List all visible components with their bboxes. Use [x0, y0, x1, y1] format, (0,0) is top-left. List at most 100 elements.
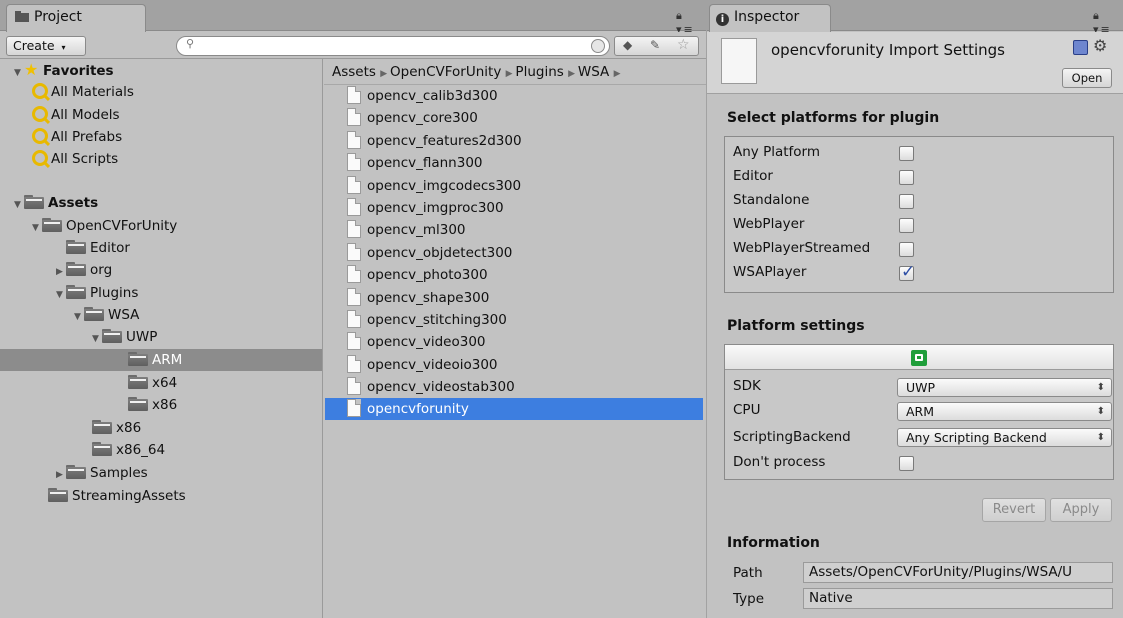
favorite-item[interactable]: All Models [32, 104, 120, 126]
updown-arrow-icon: ⬍ [1096, 432, 1105, 443]
tree-arm[interactable]: ARM [128, 349, 182, 371]
file-item[interactable]: opencv_ml300 [325, 219, 703, 241]
platform-tab-strip [725, 345, 1113, 370]
file-item[interactable]: opencv_calib3d300 [325, 85, 703, 107]
breadcrumb-separator-icon: ▶ [568, 69, 578, 79]
favorites-header[interactable]: ▼ ★ Favorites [14, 59, 114, 81]
platform-checkbox-checked[interactable]: ✓ [899, 262, 915, 282]
file-item[interactable]: opencv_objdetect300 [325, 242, 703, 264]
help-book-icon[interactable] [1073, 40, 1088, 55]
folder-icon [102, 329, 122, 343]
folder-icon [128, 397, 148, 411]
open-button[interactable]: Open [1062, 68, 1112, 88]
file-icon [347, 310, 361, 328]
sdk-dropdown[interactable]: UWP ⬍ [897, 378, 1112, 397]
file-icon [347, 131, 361, 149]
tree-x86[interactable]: x86 [92, 417, 141, 439]
tree-opencvforunity[interactable]: ▼ OpenCVForUnity [32, 215, 177, 237]
platform-checkbox[interactable] [899, 242, 914, 257]
breadcrumb-item[interactable]: WSA [578, 64, 609, 80]
cpu-label: CPU [733, 402, 761, 418]
tree-plugins[interactable]: ▼ Plugins [56, 282, 138, 304]
file-item[interactable]: opencv_features2d300 [325, 130, 703, 152]
tree-editor[interactable]: Editor [66, 237, 130, 259]
tree-x86-64[interactable]: x86_64 [92, 439, 165, 461]
breadcrumb-separator-icon: ▶ [613, 69, 621, 79]
file-icon [347, 265, 361, 283]
file-icon [347, 153, 361, 171]
file-item[interactable]: opencv_photo300 [325, 264, 703, 286]
project-tabbar: Project 🔒︎ ▾≡ [0, 0, 706, 36]
filter-by-type-icon[interactable]: ◆ [623, 38, 632, 52]
backend-value: Any Scripting Backend [906, 430, 1047, 445]
tree-org[interactable]: ▶ org [56, 259, 112, 281]
file-item[interactable]: opencv_videoio300 [325, 354, 703, 376]
tree-streamingassets[interactable]: StreamingAssets [48, 485, 186, 507]
file-item[interactable]: opencv_flann300 [325, 152, 703, 174]
inspector-panel: i Inspector 🔒︎ ▾≡ opencvforunity Import S… [707, 0, 1123, 618]
tree-x86-uwp[interactable]: x86 [128, 394, 177, 416]
tree-assets[interactable]: ▼ Assets [14, 192, 98, 214]
gear-icon[interactable]: ⚙ [1093, 36, 1107, 55]
expanded-arrow-icon[interactable]: ▼ [14, 62, 24, 84]
tab-inspector[interactable]: i Inspector [709, 4, 831, 32]
platform-label: Standalone [733, 192, 810, 208]
platform-checkbox[interactable] [899, 218, 914, 233]
tree-wsa[interactable]: ▼ WSA [74, 304, 139, 326]
tree-x64-uwp[interactable]: x64 [128, 372, 177, 394]
file-icon [347, 399, 361, 417]
platform-label: Any Platform [733, 144, 821, 160]
favorite-item[interactable]: All Prefabs [32, 126, 122, 148]
breadcrumb-item[interactable]: Assets [332, 64, 376, 80]
checkmark-icon: ✓ [901, 262, 916, 282]
file-item[interactable]: opencv_imgcodecs300 [325, 175, 703, 197]
expanded-arrow-icon[interactable]: ▼ [32, 217, 42, 239]
favorite-star-icon[interactable]: ☆ [677, 37, 690, 53]
expanded-arrow-icon[interactable]: ▼ [14, 194, 24, 216]
tree-samples[interactable]: ▶ Samples [56, 462, 148, 484]
folder-icon [128, 352, 148, 366]
path-value: Assets/OpenCVForUnity/Plugins/WSA/U [809, 564, 1073, 580]
cpu-dropdown[interactable]: ARM ⬍ [897, 402, 1112, 421]
saved-search-icon [32, 128, 48, 144]
file-item[interactable]: opencv_shape300 [325, 287, 703, 309]
create-dropdown[interactable]: Create ▾ [6, 36, 86, 56]
platform-checkbox[interactable] [899, 146, 914, 161]
dontprocess-checkbox[interactable] [899, 456, 914, 471]
search-input[interactable]: ⚲ [176, 36, 610, 56]
folder-icon [66, 240, 86, 254]
search-field[interactable] [203, 38, 573, 54]
backend-dropdown[interactable]: Any Scripting Backend ⬍ [897, 428, 1112, 447]
platform-label: WSAPlayer [733, 264, 807, 280]
tree-uwp[interactable]: ▼ UWP [92, 326, 157, 348]
file-item[interactable]: opencv_videostab300 [325, 376, 703, 398]
tab-project[interactable]: Project [6, 4, 146, 32]
favorites-label: Favorites [43, 63, 114, 79]
breadcrumb-item[interactable]: OpenCVForUnity [390, 64, 501, 80]
file-item[interactable]: opencv_core300 [325, 107, 703, 129]
revert-button[interactable]: Revert [982, 498, 1046, 522]
windows-store-icon[interactable] [911, 350, 927, 366]
breadcrumb-item[interactable]: Plugins [515, 64, 563, 80]
file-item[interactable]: opencv_imgproc300 [325, 197, 703, 219]
favorite-item[interactable]: All Scripts [32, 148, 118, 170]
folder-icon [92, 420, 112, 434]
file-item[interactable]: opencv_video300 [325, 331, 703, 353]
apply-button[interactable]: Apply [1050, 498, 1112, 522]
expanded-arrow-icon[interactable]: ▼ [92, 328, 102, 350]
favorite-item[interactable]: All Materials [32, 81, 134, 103]
folder-icon [128, 375, 148, 389]
collapsed-arrow-icon[interactable]: ▶ [56, 464, 66, 486]
expanded-arrow-icon[interactable]: ▼ [74, 306, 84, 328]
type-value: Native [809, 590, 853, 606]
platform-checkbox[interactable] [899, 194, 914, 209]
search-cancel-icon[interactable] [591, 39, 605, 53]
filter-by-label-icon[interactable]: ✎ [650, 38, 660, 52]
inspector-title: opencvforunity Import Settings [771, 41, 1005, 59]
collapsed-arrow-icon[interactable]: ▶ [56, 261, 66, 283]
expanded-arrow-icon[interactable]: ▼ [56, 284, 66, 306]
platform-checkbox[interactable] [899, 170, 914, 185]
file-item[interactable]: opencv_stitching300 [325, 309, 703, 331]
file-item-selected[interactable]: opencvforunity [325, 398, 703, 420]
project-toolbar: Create ▾ ⚲ ◆ ✎ ☆ [0, 32, 706, 59]
